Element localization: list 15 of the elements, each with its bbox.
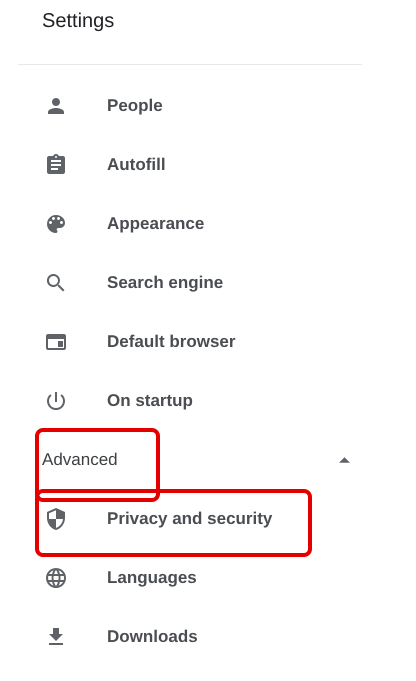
menu-item[interactable]: On startup xyxy=(107,390,193,410)
menu-item[interactable]: Default browser xyxy=(107,332,236,352)
shield-icon xyxy=(44,506,68,530)
page-title: Settings xyxy=(41,9,116,34)
menu-item[interactable]: Privacy and security xyxy=(107,508,272,528)
section-header[interactable]: Advanced xyxy=(42,450,118,470)
menu-item[interactable]: Languages xyxy=(107,568,197,588)
menu-item[interactable]: Search engine xyxy=(107,272,224,292)
menu-item[interactable]: Downloads xyxy=(107,626,198,646)
menu-item[interactable]: Appearance xyxy=(107,214,204,234)
clipboard-icon xyxy=(44,152,68,176)
menu-item[interactable]: Autofill xyxy=(107,154,166,174)
caret-icon[interactable] xyxy=(339,456,350,462)
globe-icon xyxy=(44,566,68,590)
menu-item[interactable]: People xyxy=(107,96,163,116)
